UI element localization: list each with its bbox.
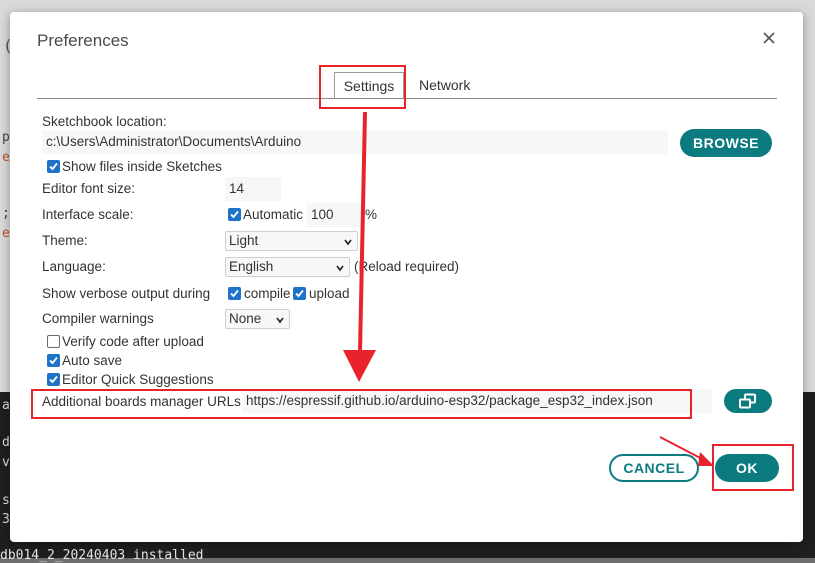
annotation-arrow xyxy=(343,111,714,466)
